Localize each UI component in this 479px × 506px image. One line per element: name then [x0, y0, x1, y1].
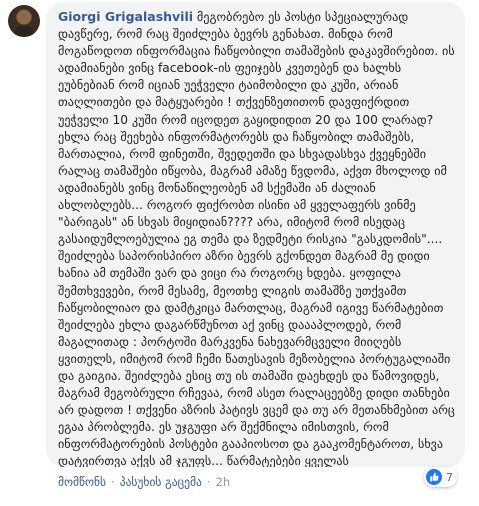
comment-body: მეგობრებო ეს პოსტი სპეციალურად დავწერე, … — [58, 10, 459, 467]
comment-text: Giorgi Grigalashvili მეგობრებო ეს პოსტი … — [58, 8, 455, 467]
reaction-count: 7 — [446, 470, 453, 484]
like-icon — [426, 469, 442, 485]
comment-actions: მომწონს · პასუხის გაცემა · 2h — [58, 475, 230, 489]
like-button[interactable]: მომწონს — [58, 475, 106, 489]
timestamp[interactable]: 2h — [216, 475, 231, 489]
separator-dot: · — [111, 475, 115, 489]
comment-bubble: Giorgi Grigalashvili მეგობრებო ეს პოსტი … — [46, 2, 465, 467]
avatar[interactable] — [8, 5, 40, 37]
comment-author[interactable]: Giorgi Grigalashvili — [58, 9, 193, 24]
reply-button[interactable]: პასუხის გაცემა — [120, 475, 202, 489]
separator-dot: · — [206, 475, 211, 489]
reactions-summary[interactable]: 7 — [424, 467, 457, 487]
